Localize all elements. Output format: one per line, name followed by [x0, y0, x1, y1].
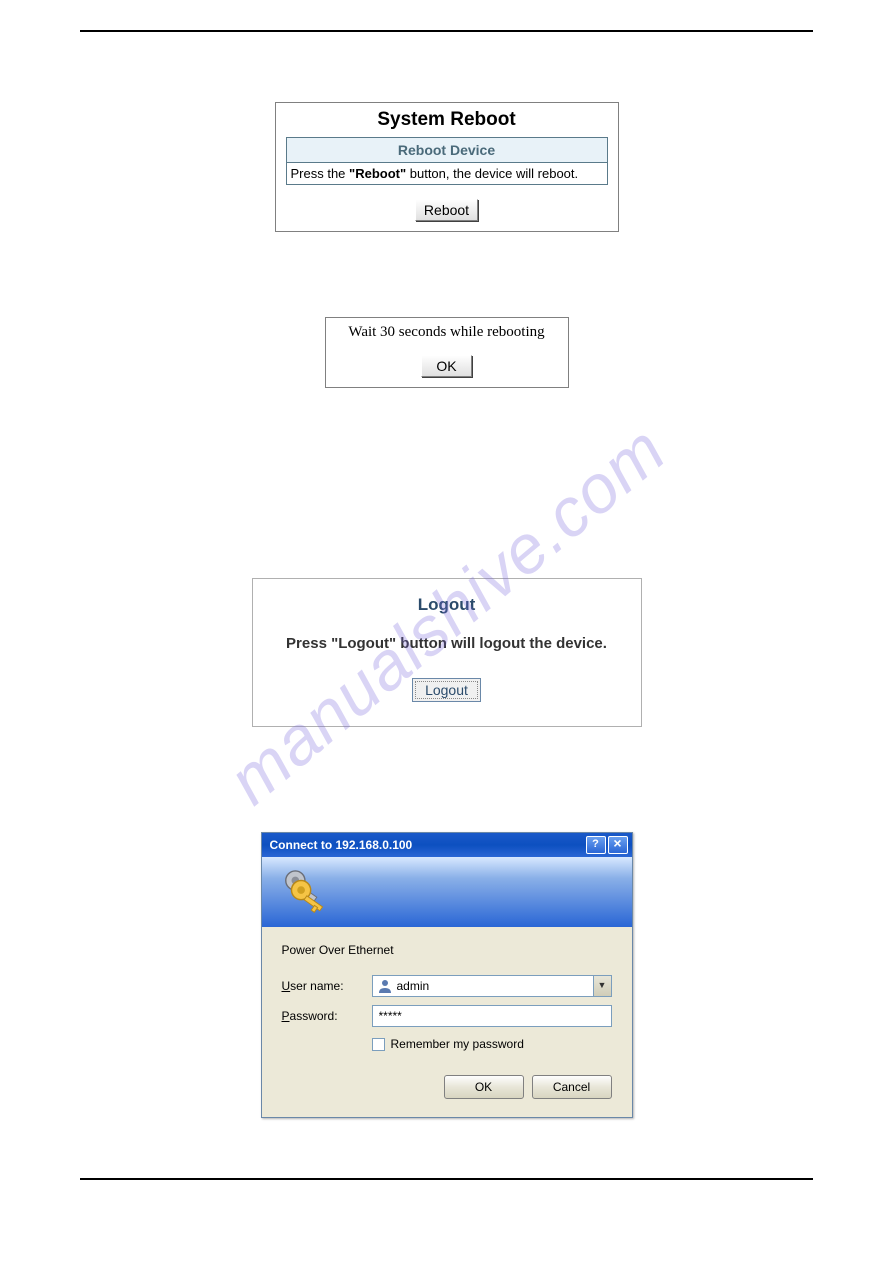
- username-combobox[interactable]: admin ▼: [372, 975, 612, 997]
- password-input[interactable]: [372, 1005, 612, 1027]
- logout-panel: Logout Press "Logout" button will logout…: [252, 578, 642, 727]
- system-reboot-panel: System Reboot Reboot Device Press the "R…: [275, 102, 619, 232]
- connect-cancel-button[interactable]: Cancel: [532, 1075, 612, 1099]
- logout-instruction-text: Press "Logout" button will logout the de…: [271, 635, 623, 652]
- connect-dialog-banner: [262, 857, 632, 927]
- username-value: admin: [397, 979, 593, 993]
- wait-dialog-panel: Wait 30 seconds while rebooting OK: [325, 317, 569, 388]
- connect-dialog-window: Connect to 192.168.0.100 ? × Power Over …: [261, 832, 633, 1118]
- bottom-horizontal-rule: [80, 1178, 813, 1180]
- help-button[interactable]: ?: [586, 836, 606, 854]
- connect-ok-button[interactable]: OK: [444, 1075, 524, 1099]
- wait-dialog-text: Wait 30 seconds while rebooting: [334, 324, 560, 341]
- connect-realm-text: Power Over Ethernet: [282, 943, 612, 957]
- reboot-device-header: Reboot Device: [286, 138, 607, 163]
- keys-icon: [280, 867, 326, 917]
- logout-button[interactable]: Logout: [412, 678, 481, 702]
- password-label: Password:: [282, 1009, 372, 1023]
- remember-password-checkbox[interactable]: [372, 1038, 385, 1051]
- reboot-button[interactable]: Reboot: [415, 199, 478, 221]
- close-button[interactable]: ×: [608, 836, 628, 854]
- reboot-device-text: Press the "Reboot" button, the device wi…: [286, 163, 607, 185]
- reboot-device-table: Reboot Device Press the "Reboot" button,…: [286, 137, 608, 185]
- user-icon: [377, 978, 393, 994]
- connect-dialog-titlebar: Connect to 192.168.0.100 ? ×: [262, 833, 632, 857]
- system-reboot-title: System Reboot: [286, 109, 608, 131]
- username-label: User name:: [282, 979, 372, 993]
- connect-dialog-title-text: Connect to 192.168.0.100: [270, 838, 584, 852]
- logout-title: Logout: [271, 595, 623, 615]
- username-dropdown-arrow[interactable]: ▼: [593, 976, 611, 996]
- remember-password-label: Remember my password: [391, 1037, 524, 1051]
- wait-ok-button[interactable]: OK: [421, 355, 471, 377]
